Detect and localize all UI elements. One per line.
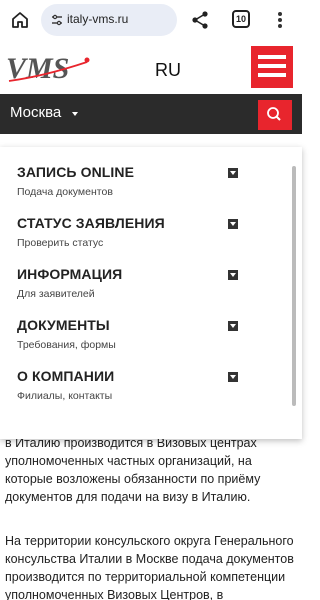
menu-item-title: ИНФОРМАЦИЯ	[17, 266, 123, 282]
menu-item-title: О КОМПАНИИ	[17, 368, 115, 384]
address-bar[interactable]: italy-vms.ru	[41, 4, 177, 36]
expand-arrow-icon[interactable]	[228, 168, 238, 178]
expand-arrow-icon[interactable]	[228, 372, 238, 382]
menu-item-application-status[interactable]: СТАТУС ЗАЯВЛЕНИЯ Проверить статус	[17, 215, 247, 259]
search-icon	[267, 107, 281, 121]
site-header: VMS RU	[0, 40, 302, 94]
expand-arrow-icon[interactable]	[228, 219, 238, 229]
menu-item-subtitle: Подача документов	[17, 186, 113, 198]
menu-item-subtitle: Проверить статус	[17, 237, 104, 249]
scrollbar[interactable]	[292, 166, 296, 406]
site-info-icon[interactable]	[50, 13, 64, 27]
menu-item-subtitle: Требования, формы	[17, 339, 116, 351]
menu-item-about-company[interactable]: О КОМПАНИИ Филиалы, контакты	[17, 368, 247, 412]
menu-item-documents[interactable]: ДОКУМЕНТЫ Требования, формы	[17, 317, 247, 361]
hamburger-menu-button[interactable]	[251, 46, 293, 88]
language-selector[interactable]: RU	[155, 60, 181, 81]
dropdown-menu: ЗАПИСЬ ONLINE Подача документов СТАТУС З…	[0, 147, 302, 439]
menu-item-information[interactable]: ИНФОРМАЦИЯ Для заявителей	[17, 266, 247, 310]
expand-arrow-icon[interactable]	[228, 321, 238, 331]
menu-item-online-booking[interactable]: ЗАПИСЬ ONLINE Подача документов	[17, 164, 247, 208]
menu-item-subtitle: Для заявителей	[17, 288, 95, 300]
browser-toolbar: italy-vms.ru 10	[0, 0, 302, 40]
caret-down-icon[interactable]	[72, 112, 78, 116]
article-paragraph: На территории консульского округа Генера…	[5, 534, 294, 600]
city-bar: Москва	[0, 94, 302, 134]
more-menu-icon[interactable]	[277, 10, 283, 30]
search-button[interactable]	[258, 100, 292, 130]
menu-item-title: СТАТУС ЗАЯВЛЕНИЯ	[17, 215, 165, 231]
url-text: italy-vms.ru	[67, 12, 129, 26]
menu-item-title: ЗАПИСЬ ONLINE	[17, 164, 135, 180]
tabs-icon[interactable]: 10	[232, 10, 250, 28]
city-selector[interactable]: Москва	[10, 104, 61, 121]
menu-item-subtitle: Филиалы, контакты	[17, 390, 113, 402]
expand-arrow-icon[interactable]	[228, 270, 238, 280]
home-icon[interactable]	[10, 10, 30, 30]
share-icon[interactable]	[191, 10, 209, 30]
vms-logo[interactable]: VMS	[5, 52, 93, 84]
menu-item-title: ДОКУМЕНТЫ	[17, 317, 110, 333]
article-paragraph: в Италию производится в Визовых центрах …	[5, 436, 261, 504]
